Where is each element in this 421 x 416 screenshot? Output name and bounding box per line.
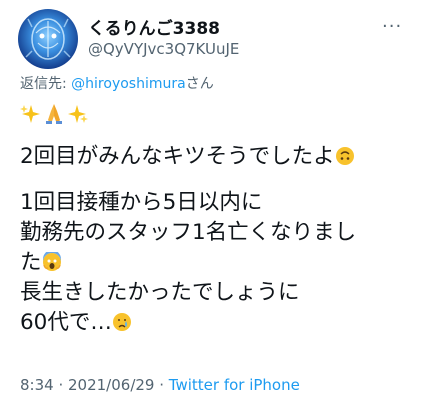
tweet-line: 2回目がみんなキツそうでしたよ [20, 144, 335, 169]
tweet-paragraph: 2回目がみんなキツそうでしたよ [20, 142, 415, 172]
tweet-line: 60代で… [20, 310, 112, 335]
tweet-source-link[interactable]: Twitter for iPhone [169, 376, 300, 394]
tweet-paragraph: 1回目接種から5日以内に 勤務先のスタッフ1名亡くなりまし た 長生きしたかった… [20, 188, 415, 338]
crying-face-icon [112, 313, 131, 331]
reply-mention-link[interactable]: @hiroyoshimura [71, 76, 186, 92]
reply-prefix: 返信先: [20, 76, 72, 92]
emoji-line [20, 101, 88, 127]
author-handle[interactable]: @QyVYJvc3Q7KUuJE [88, 40, 239, 58]
folded-hands-icon [46, 104, 62, 124]
reply-context: 返信先: @hiroyoshimuraさん [20, 73, 214, 93]
upside-down-face-icon [335, 147, 354, 165]
meta-separator: · [53, 376, 68, 394]
tweet-line: 1回目接種から5日以内に [20, 190, 263, 215]
tweet-date[interactable]: 2021/06/29 [68, 376, 154, 394]
avatar[interactable] [18, 9, 78, 69]
tweet-line: 勤務先のスタッフ1名亡くなりまし [20, 220, 357, 245]
tweet-time[interactable]: 8:34 [20, 376, 54, 394]
reply-suffix: さん [185, 76, 214, 92]
screaming-face-icon [42, 252, 61, 271]
meta-separator: · [154, 376, 169, 394]
sparkles-icon [68, 105, 88, 123]
tweet-line: た [20, 250, 42, 275]
tweet-body: 2回目がみんなキツそうでしたよ 1回目接種から5日以内に 勤務先のスタッフ1名亡… [20, 142, 415, 338]
more-options-icon[interactable]: ··· [382, 16, 402, 37]
tweet-meta: 8:34 · 2021/06/29 · Twitter for iPhone [20, 376, 300, 394]
sparkles-icon [20, 105, 40, 123]
author-display-name[interactable]: くるりんご3388 [88, 14, 220, 39]
tweet-line: 長生きしたかったでしょうに [20, 280, 300, 305]
